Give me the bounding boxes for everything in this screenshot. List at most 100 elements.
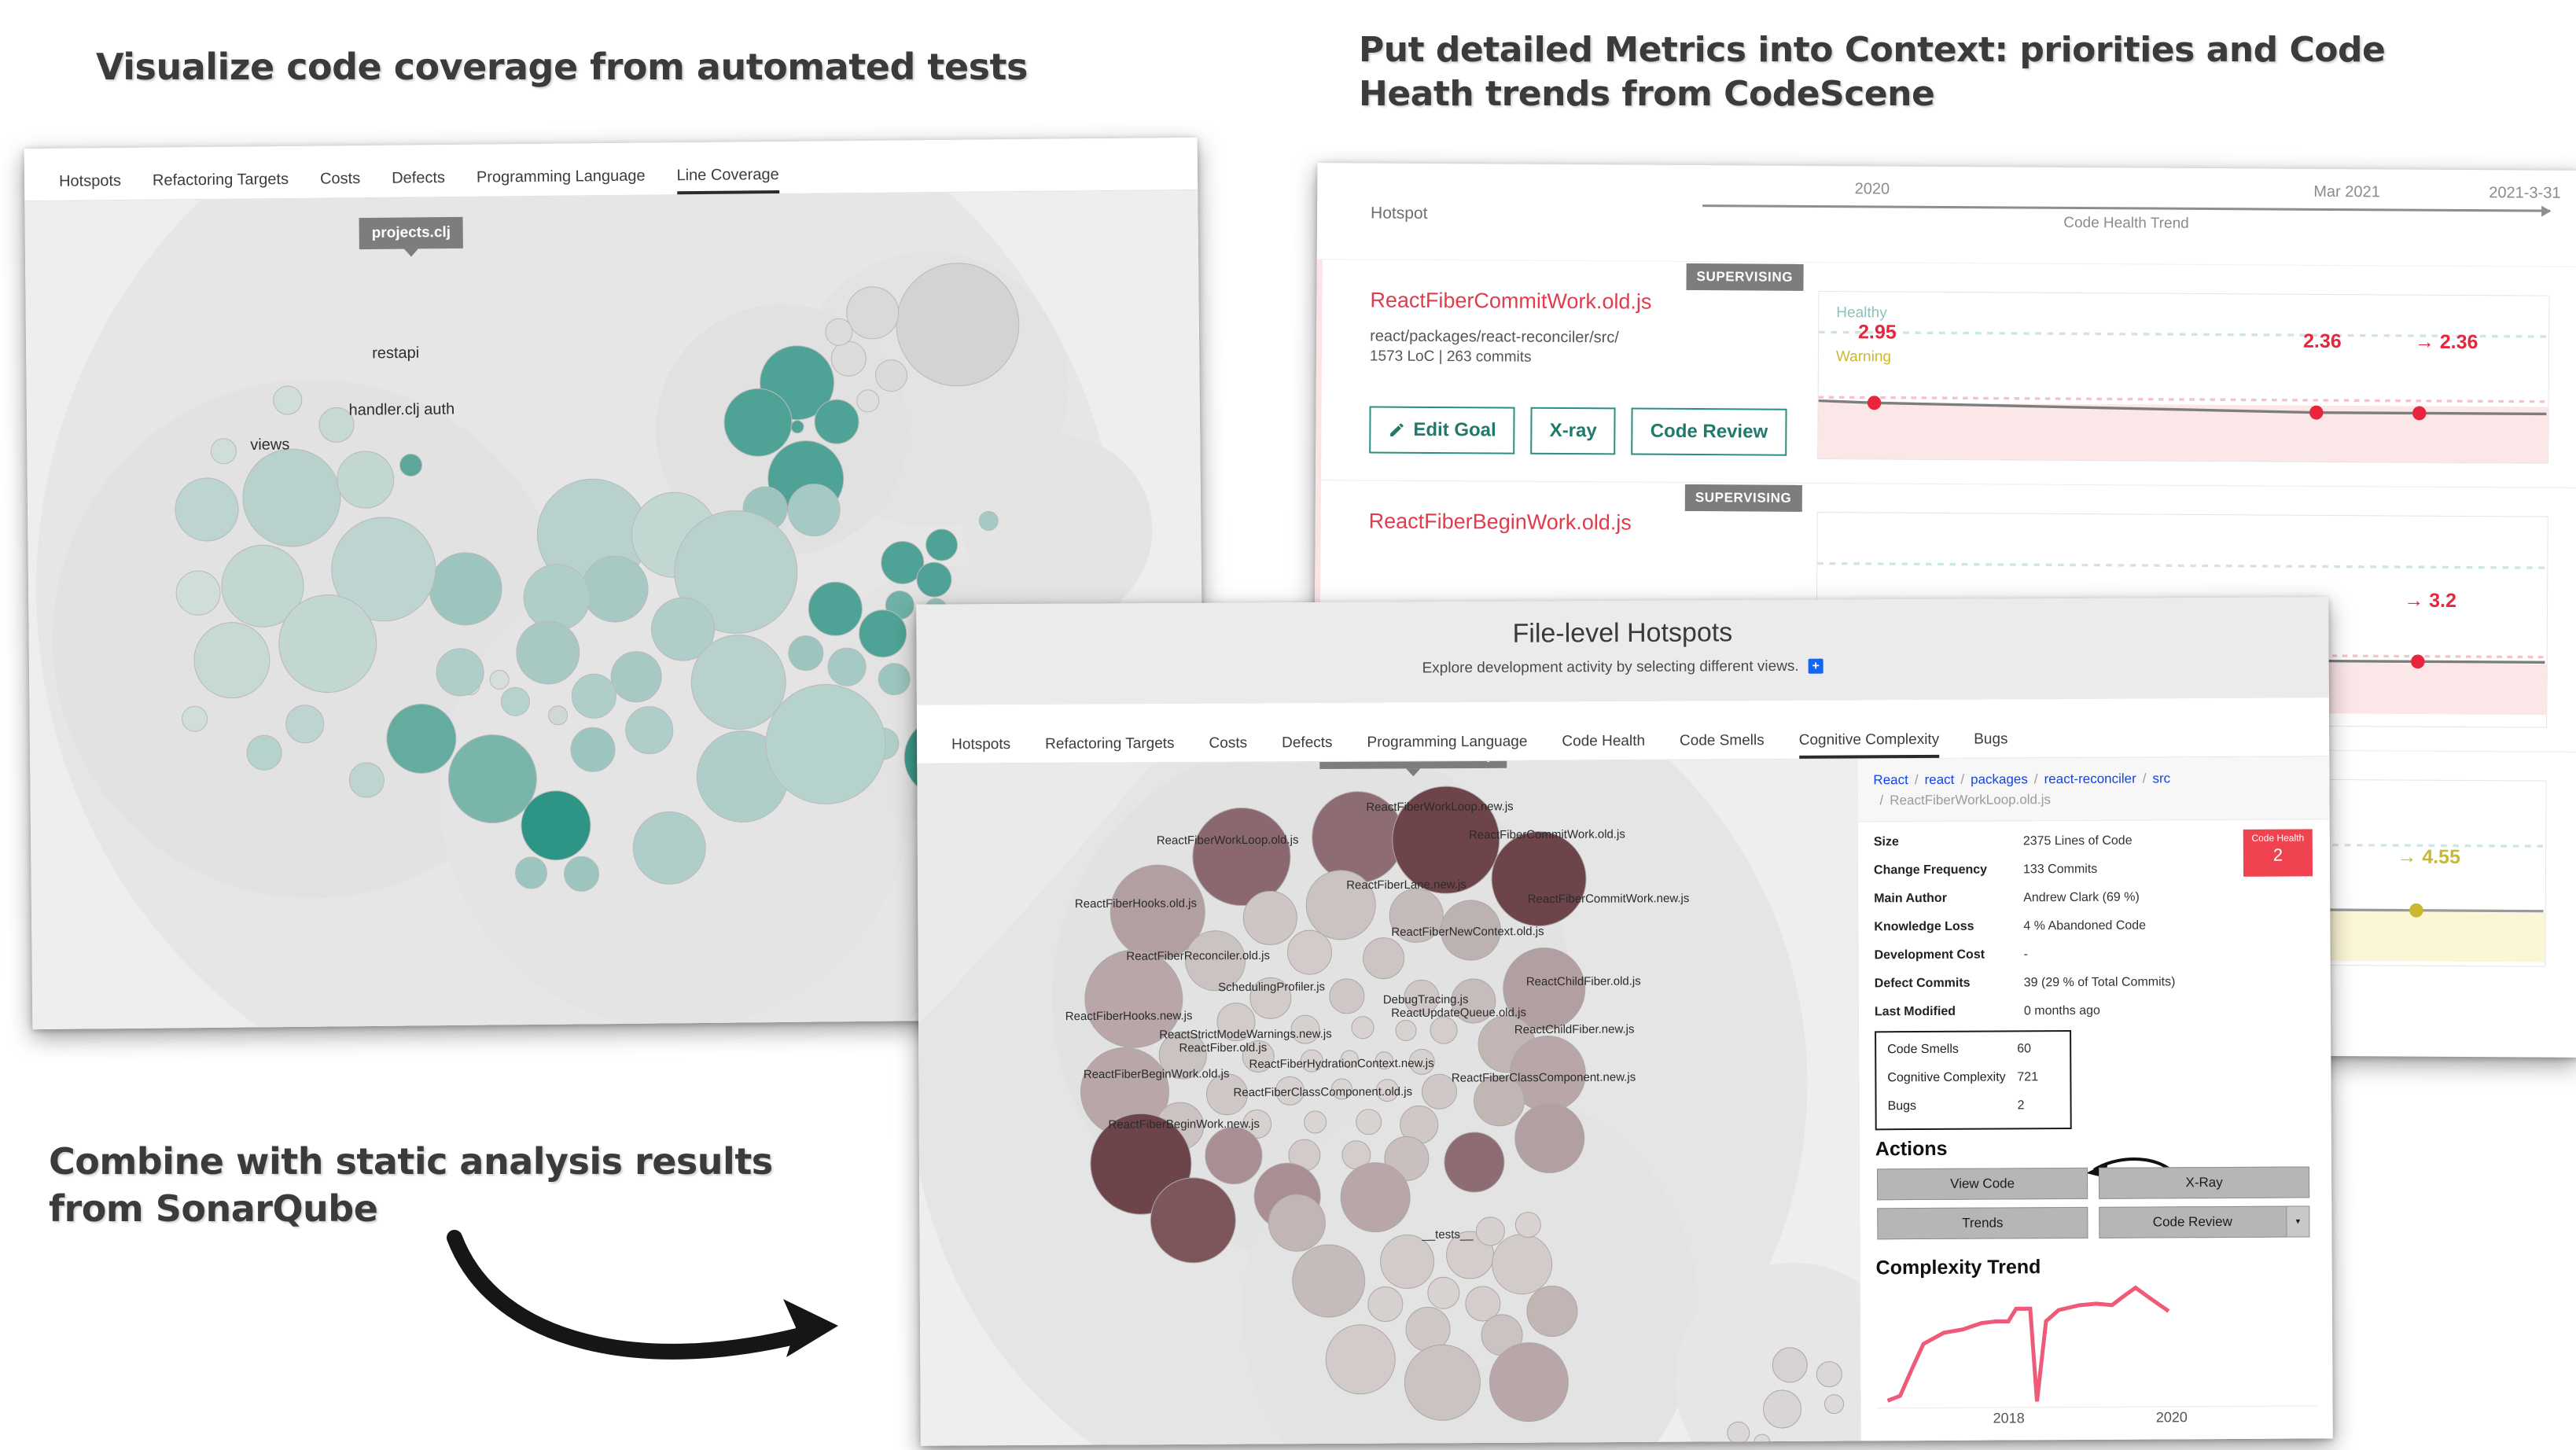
code-review-label: Code Review [1650,420,1768,443]
metric-value: 2375 Lines of Code [2022,834,2133,848]
breadcrumb-react-reconciler[interactable]: react-reconciler [2044,771,2136,787]
breadcrumb-sep: / [2142,771,2147,786]
breadcrumb-react-repo[interactable]: react [1925,772,1955,787]
code-health-timeline: 2020 Mar 2021 2021-3-31 Code Health Tren… [1702,179,2561,243]
code-review-button[interactable]: Code Review [1631,407,1787,456]
hotspots-circle-packing [917,759,1860,1446]
hotspot-file-name[interactable]: ReactFiberCommitWork.old.js [1370,289,1700,315]
metric-label: Size [1873,834,1899,849]
trend-tick-2020: 2020 [2155,1408,2188,1426]
metric-label: Change Frequency [1873,863,1988,878]
code-health-badge: Code Health 2 [2243,829,2313,877]
tab-refactoring-targets[interactable]: Refactoring Targets [153,171,306,200]
tab-defects[interactable]: Defects [392,169,462,197]
tab-code-smells[interactable]: Code Smells [1680,732,1782,760]
breadcrumb: React / react / packages / react-reconciler / sr… [1857,756,2330,823]
metric-label: Bugs [1887,1099,1917,1113]
code-health-value: 2 [2272,845,2283,865]
trends-button[interactable]: Trends [1877,1206,2088,1240]
metric-row: Defect Commits 39 (29 % of Total Commits… [1875,967,2315,998]
code-health-trend-chart[interactable]: Healthy Warning 2.95 2.36 → 2.36 [1817,290,2550,465]
edit-goal-button[interactable]: Edit Goal [1369,406,1515,455]
headline-bottom: Combine with static analysis results fro… [49,1140,773,1230]
tab-code-health[interactable]: Code Health [1562,733,1662,760]
tab-programming-language[interactable]: Programming Language [477,167,663,196]
metric-label: Cognitive Complexity [1887,1070,2006,1084]
xray-button[interactable]: X-ray [1530,407,1616,455]
hotspot-file-meta: 1573 LoC | 263 commits [1369,348,1532,366]
headline-right: Put detailed Metrics into Context: prior… [1359,30,2386,115]
tab-refactoring-targets[interactable]: Refactoring Targets [1045,735,1192,763]
page-title: File-level Hotspots [1512,617,1733,649]
hotspot-row[interactable]: ReactFiberCommitWork.old.js react/packag… [1315,259,2576,489]
breadcrumb-sep: / [2033,771,2038,787]
slide-root: Visualize code coverage from automated t… [0,0,2576,1450]
breadcrumb-sep: / [1914,772,1919,788]
xray-button[interactable]: X-Ray [2098,1166,2310,1199]
metric-label: Development Cost [1874,948,1985,962]
metric-label: Knowledge Loss [1874,919,1974,934]
hotspot-row-info: ReactFiberCommitWork.old.js react/packag… [1369,289,1787,459]
tab-defects[interactable]: Defects [1282,734,1350,761]
trend-value-end: → 4.55 [2397,845,2460,869]
breadcrumb-sep: / [1879,793,1884,808]
tab-bugs[interactable]: Bugs [1974,731,2025,757]
tab-programming-language[interactable]: Programming Language [1367,734,1544,761]
chevron-down-icon[interactable]: ▾ [2286,1206,2309,1237]
pencil-icon [1390,423,1404,436]
timeline-tick-end: 2021-3-31 [2489,184,2561,202]
code-review-split-button[interactable]: Code Review ▾ [2099,1205,2310,1238]
headline-left: Visualize code coverage from automated t… [96,46,1028,88]
code-health-label: Code Health [2251,832,2305,844]
timeline-tick-mar-2021: Mar 2021 [2313,182,2380,201]
breadcrumb-src[interactable]: src [2152,771,2170,786]
hotspots-tabbar: Hotspots Refactoring Targets Costs Defec… [916,697,2330,764]
hotspots-banner: File-level Hotspots Explore development … [916,597,2329,705]
code-review-label: Code Review [2152,1213,2232,1230]
metric-value: 2 [2017,1099,2025,1113]
metric-value: 133 Commits [2022,862,2098,877]
timeline-caption: Code Health Trend [2063,214,2189,232]
trend-value-end: → 3.2 [2404,589,2457,613]
hotspot-actions: Edit Goal X-ray Code Review [1369,406,1787,456]
view-code-button[interactable]: View Code [1876,1167,2088,1201]
page-subtitle: Explore development activity by selectin… [917,655,2329,679]
metric-value: 60 [2017,1041,2032,1056]
metric-row: Main Author Andrew Clark (69 %) [1874,882,2314,913]
complexity-trend-axis: 2018 2020 [1876,1405,2317,1430]
breadcrumb-sep: / [1960,771,1965,787]
hotspot-file-name[interactable]: ReactFiberBeginWork.old.js [1369,510,1699,536]
tab-costs[interactable]: Costs [320,170,377,198]
tab-cognitive-complexity[interactable]: Cognitive Complexity [1799,731,1957,759]
complexity-trend-heading: Complexity Trend [1875,1255,2041,1279]
metric-row: Knowledge Loss 4 % Abandoned Code [1874,911,2314,941]
hotspots-bubble-chart[interactable]: ReactFiberCommitWork.old.js ReactFiberWo… [917,759,1860,1446]
metric-value: 39 (29 % of Total Commits) [2023,975,2176,990]
trend-value-mid: 2.36 [2302,329,2342,353]
timeline-tick-2020: 2020 [1854,180,1890,198]
page-subtitle-text: Explore development activity by selectin… [1422,657,1799,677]
metric-value: - [2023,948,2028,962]
metric-label: Main Author [1874,891,1947,906]
band-label-warning: Warning [1835,348,1892,366]
hotspot-detail-panel: React / react / packages / react-reconciler / sr… [1857,756,2333,1446]
metric-row: Bugs 2 [1887,1091,2059,1121]
breadcrumb-react[interactable]: React [1873,772,1908,787]
tab-costs[interactable]: Costs [1209,734,1264,761]
hotspots-body: ReactFiberCommitWork.old.js ReactFiberWo… [917,756,2333,1446]
hotspot-file-path: react/packages/react-reconciler/src/ [1370,327,1619,347]
coverage-tooltip: projects.clj [359,216,464,250]
metric-row: Cognitive Complexity 721 [1887,1063,2059,1092]
tab-hotspots[interactable]: Hotspots [59,172,138,201]
metric-row: Code Smells 60 [1887,1035,2059,1064]
band-label-healthy: Healthy [1836,304,1887,322]
metric-row: Last Modified 0 months ago [1875,995,2315,1026]
breadcrumb-packages[interactable]: packages [1971,771,2028,786]
file-level-hotspots-window: File-level Hotspots Explore development … [916,597,2333,1446]
add-view-icon[interactable]: + [1808,659,1823,675]
tab-hotspots[interactable]: Hotspots [951,736,1028,764]
tab-line-coverage[interactable]: Line Coverage [676,166,796,194]
metric-value: 0 months ago [2023,1003,2100,1018]
codescene-header: Hotspot 2020 Mar 2021 2021-3-31 Code Hea… [1316,163,2576,267]
curved-arrow-icon [447,1230,838,1360]
